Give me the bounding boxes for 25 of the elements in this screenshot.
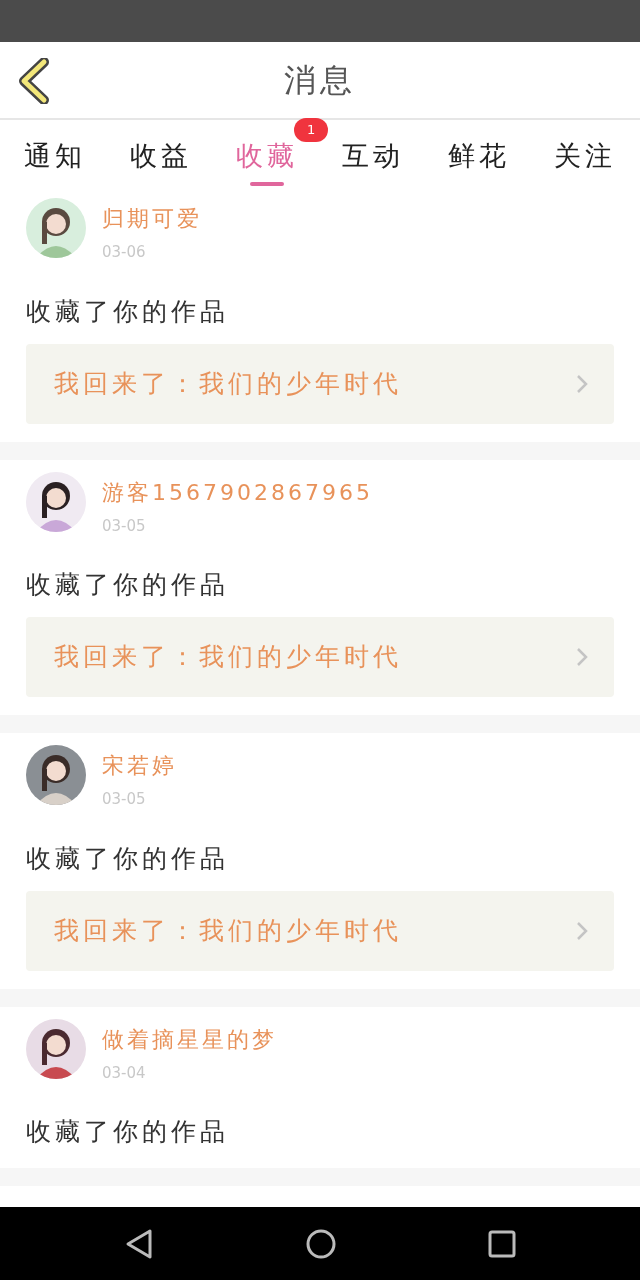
work-link[interactable]: 我回来了：我们的少年时代 [26, 343, 614, 424]
home-nav-icon[interactable] [306, 1228, 336, 1259]
tab[interactable]: 通知 [24, 129, 86, 186]
message-text: 收藏了你的作品 [26, 842, 230, 875]
work-link[interactable]: 我回来了：我们的少年时代 [26, 890, 614, 971]
user-name[interactable]: 做着摘星星的梦 [102, 1022, 277, 1056]
message-text: 收藏了你的作品 [26, 569, 230, 601]
chevron-right-icon [576, 647, 588, 667]
user-name[interactable]: 归期可爱 [102, 202, 202, 235]
chevron-right-icon [576, 373, 588, 394]
message-text: 收藏了你的作品 [26, 295, 230, 328]
chevron-right-icon [576, 920, 588, 941]
user-name[interactable]: 游客1567902867965 [102, 475, 373, 509]
user-name[interactable]: 宋若婷 [102, 749, 177, 782]
tab[interactable]: 鲜花 [448, 129, 510, 186]
tab[interactable]: 关注 [554, 129, 616, 186]
work-link[interactable]: 我回来了：我们的少年时代 [26, 617, 614, 697]
back-icon[interactable] [16, 58, 50, 104]
tab[interactable]: 收益 [130, 129, 192, 186]
page-title: 消息 [284, 60, 356, 101]
tab[interactable]: 互动 [342, 129, 404, 186]
recents-nav-icon[interactable] [488, 1229, 516, 1258]
back-nav-icon[interactable] [124, 1227, 154, 1260]
count-badge: 1 [294, 117, 329, 142]
message-text: 收藏了你的作品 [26, 1116, 230, 1148]
